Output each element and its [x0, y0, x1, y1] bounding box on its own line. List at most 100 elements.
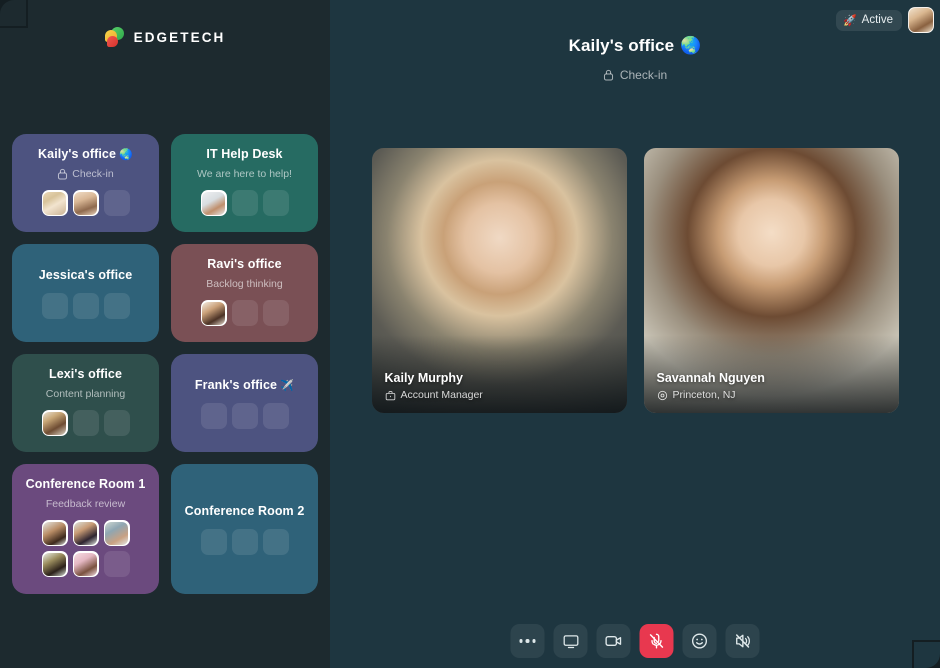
page-title: Kaily's office 🌏 — [569, 36, 702, 56]
room-card[interactable]: Conference Room 1 Feedback review — [12, 464, 159, 594]
member-avatar-empty — [103, 410, 130, 437]
sidebar: EDGETECH Kaily's office 🌏 Check-in IT Help… — [0, 0, 330, 668]
room-card-title: IT Help Desk — [206, 147, 282, 163]
room-card-status-label: Check-in — [72, 167, 114, 180]
room-card-status-label: Feedback review — [45, 497, 126, 510]
call-toolbar — [510, 624, 760, 658]
brand-logo[interactable]: EDGETECH — [12, 0, 318, 74]
room-card-name: Lexi's office — [48, 367, 123, 381]
participant-name: Savannah Nguyen — [656, 371, 765, 385]
member-avatar-empty — [103, 190, 130, 217]
speaker-button[interactable] — [725, 624, 760, 658]
member-avatar-empty — [262, 529, 289, 556]
room-card-members — [41, 190, 130, 217]
room-card-title: Conference Room 2 — [185, 504, 305, 520]
avatar — [105, 521, 128, 545]
room-card-members — [41, 410, 130, 437]
avatar — [74, 521, 97, 545]
member-avatar[interactable] — [72, 520, 99, 547]
member-avatar[interactable] — [72, 551, 99, 578]
member-avatar-empty — [103, 293, 130, 320]
room-card-name: Kaily's office — [38, 147, 117, 161]
location-icon — [657, 390, 668, 401]
room-card-title: Kaily's office 🌏 — [38, 147, 133, 163]
edgetech-logo-icon — [104, 27, 125, 47]
participant-info: Kaily Murphy Account Manager — [385, 371, 483, 401]
globe-icon: 🌏 — [680, 36, 702, 55]
room-card-name: Frank's office — [194, 377, 278, 392]
room-card-title: Lexi's office — [49, 367, 122, 383]
participant-tile[interactable]: Kaily Murphy Account Manager — [371, 148, 627, 413]
camera-button[interactable] — [596, 624, 631, 658]
member-avatar-empty — [41, 293, 68, 320]
room-card-members — [200, 190, 289, 217]
avatar — [202, 191, 225, 215]
avatar — [43, 521, 66, 545]
room-card[interactable]: Conference Room 2 — [171, 464, 318, 594]
video-camera-icon — [605, 632, 623, 650]
member-avatar[interactable] — [41, 520, 68, 547]
member-avatar[interactable] — [41, 551, 68, 578]
rooms-list: Kaily's office 🌏 Check-in IT Help Desk We a… — [12, 74, 318, 594]
room-card[interactable]: Jessica's office — [12, 244, 159, 342]
room-card-title: Jessica's office — [39, 268, 133, 284]
member-avatar-empty — [262, 403, 289, 430]
room-header: Kaily's office 🌏 Check-in — [569, 36, 702, 82]
room-card-members — [41, 520, 130, 578]
participant-tile[interactable]: Savannah Nguyen Princeton, NJ — [643, 148, 899, 413]
member-avatar-empty — [231, 190, 258, 217]
globe-icon: 🌏 — [116, 149, 133, 161]
ellipsis-icon — [519, 639, 536, 643]
participant-meta: Account Manager — [385, 389, 483, 401]
room-card[interactable]: Frank's office ✈️ — [171, 354, 318, 452]
smiley-icon — [691, 632, 709, 650]
speaker-muted-icon — [734, 632, 752, 650]
member-avatar-empty — [231, 529, 258, 556]
room-status-label: Check-in — [619, 68, 668, 82]
microphone-muted-icon — [648, 632, 666, 650]
room-card[interactable]: Kaily's office 🌏 Check-in — [12, 134, 159, 232]
participant-meta-label: Princeton, NJ — [672, 389, 736, 401]
room-card-name: Conference Room 2 — [184, 503, 305, 518]
microphone-button[interactable] — [639, 624, 674, 658]
room-status: Check-in — [569, 68, 702, 82]
member-avatar-empty — [200, 403, 227, 430]
participant-tiles: Kaily Murphy Account Manager Savannah Nguy… — [371, 148, 899, 413]
member-avatar[interactable] — [200, 300, 227, 327]
member-avatar[interactable] — [200, 190, 227, 217]
member-avatar-empty — [262, 190, 289, 217]
room-card[interactable]: Lexi's office Content planning — [12, 354, 159, 452]
status-badge[interactable]: 🚀 Active — [835, 9, 902, 31]
member-avatar[interactable] — [41, 190, 68, 217]
member-avatar[interactable] — [41, 410, 68, 437]
status-badge-label: Active — [861, 14, 893, 26]
room-card-status: Feedback review — [46, 498, 125, 511]
room-card[interactable]: IT Help Desk We are here to help! — [171, 134, 318, 232]
screen-share-button[interactable] — [553, 624, 588, 658]
room-card[interactable]: Ravi's office Backlog thinking — [171, 244, 318, 342]
member-avatar[interactable] — [72, 190, 99, 217]
room-card-status: Backlog thinking — [206, 278, 282, 291]
avatar — [43, 411, 66, 435]
room-card-status: Content planning — [46, 388, 125, 401]
room-card-status: Check-in — [57, 167, 114, 181]
member-avatar[interactable] — [103, 520, 130, 547]
avatar — [43, 552, 66, 576]
brand-name: EDGETECH — [133, 29, 226, 45]
topbar: 🚀 Active — [835, 7, 934, 33]
rocket-icon: 🚀 — [842, 14, 857, 27]
virtual-office-app: EDGETECH Kaily's office 🌏 Check-in IT Help… — [0, 0, 940, 668]
room-card-title: Conference Room 1 — [26, 477, 146, 493]
member-avatar-empty — [231, 300, 258, 327]
member-avatar-empty — [231, 403, 258, 430]
member-avatar-empty — [262, 300, 289, 327]
participant-meta: Princeton, NJ — [657, 389, 765, 401]
reactions-button[interactable] — [682, 624, 717, 658]
room-card-members — [41, 293, 130, 320]
member-avatar-empty — [72, 293, 99, 320]
room-card-status-label: Backlog thinking — [206, 277, 283, 290]
more-options-button[interactable] — [510, 624, 545, 658]
avatar — [202, 301, 225, 325]
avatar[interactable] — [908, 7, 934, 33]
page-title-text: Kaily's office — [568, 36, 675, 55]
